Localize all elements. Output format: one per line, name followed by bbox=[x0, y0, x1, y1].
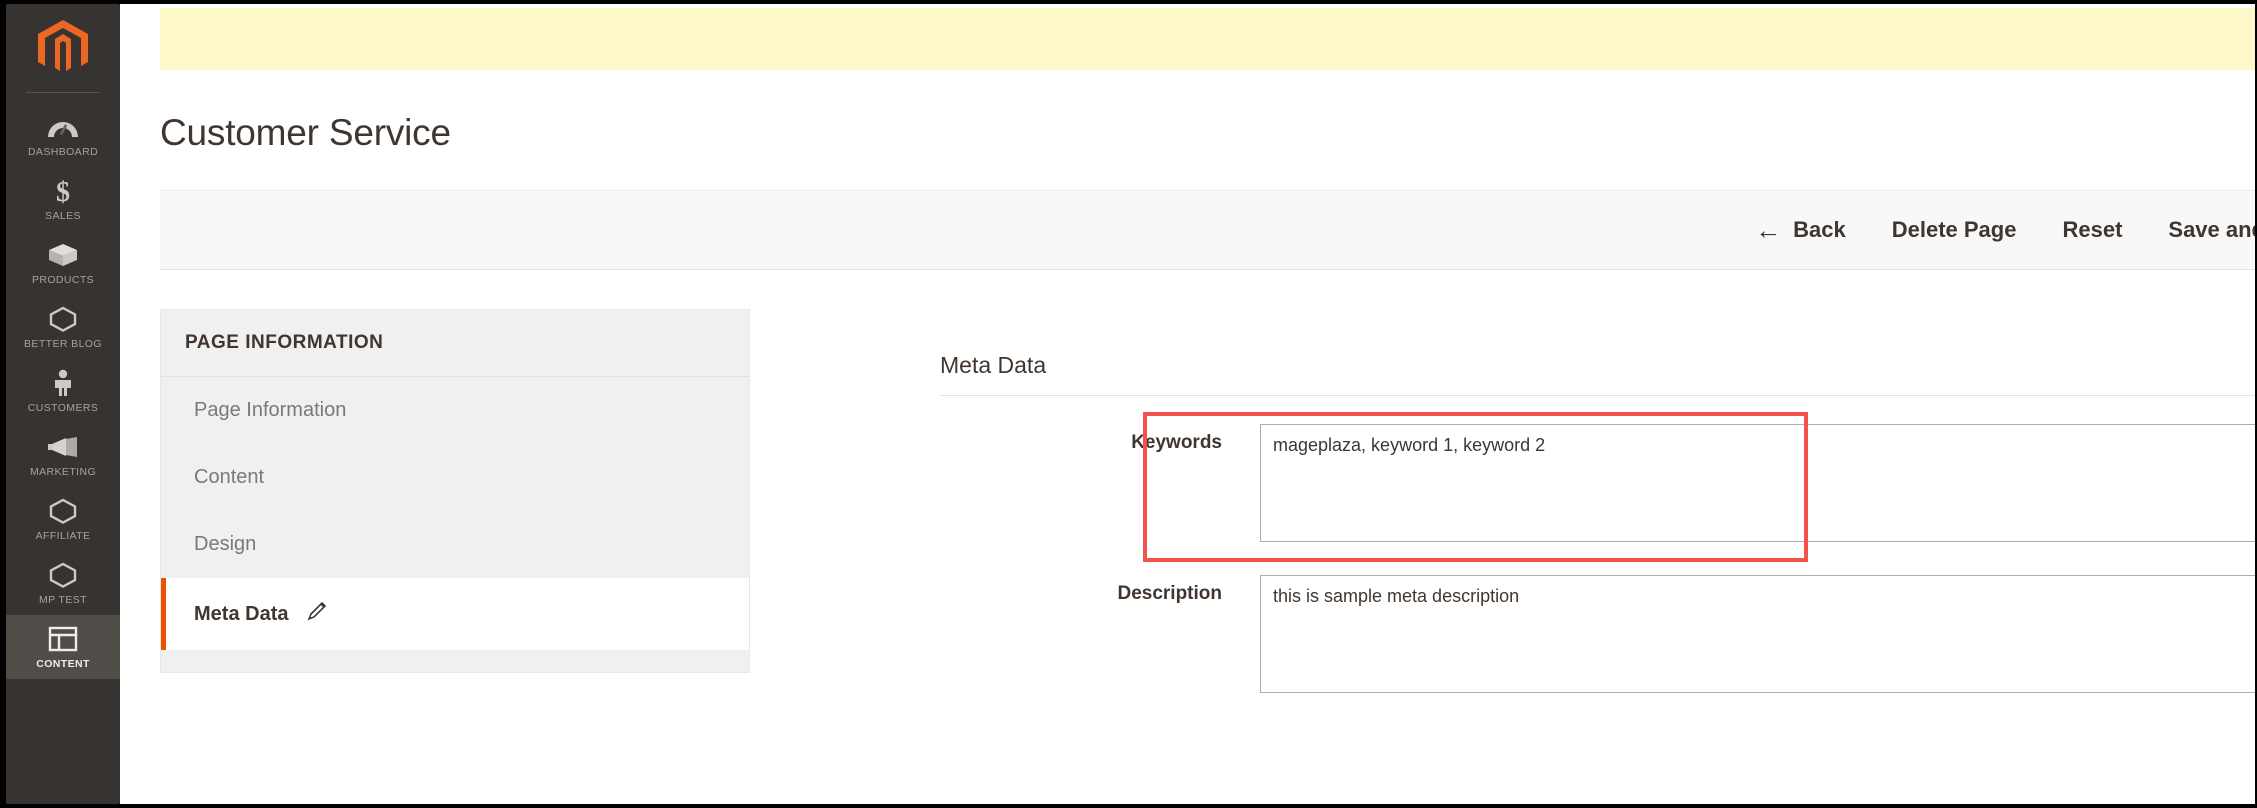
sidebar-item-label: PRODUCTS bbox=[31, 274, 95, 286]
description-input-wrapper bbox=[1260, 575, 2255, 698]
keywords-textarea[interactable] bbox=[1260, 424, 2255, 542]
panel-item-page-information[interactable]: Page Information bbox=[161, 377, 749, 444]
sidebar-item-dashboard[interactable]: DASHBOARD bbox=[6, 103, 120, 167]
back-button[interactable]: ← Back bbox=[1755, 217, 1846, 243]
meta-data-form: Meta Data Keywords Description bbox=[940, 352, 2255, 698]
hexagon-icon bbox=[8, 560, 118, 590]
pencil-edit-icon[interactable] bbox=[306, 600, 328, 628]
panel-item-label: Page Information bbox=[194, 399, 347, 421]
panel-footer bbox=[161, 650, 749, 672]
keywords-label: Keywords bbox=[1131, 432, 1222, 453]
magento-logo-icon bbox=[38, 20, 88, 71]
hexagon-icon bbox=[8, 496, 118, 526]
dashboard-gauge-icon bbox=[8, 112, 118, 142]
person-icon bbox=[8, 368, 118, 398]
sidebar-item-content[interactable]: CONTENT bbox=[6, 615, 120, 679]
panel-item-label: Meta Data bbox=[194, 602, 289, 625]
dollar-sign-icon: $ bbox=[8, 176, 118, 206]
description-label: Description bbox=[1117, 583, 1222, 604]
sidebar-item-products[interactable]: PRODUCTS bbox=[6, 231, 120, 295]
description-textarea[interactable] bbox=[1260, 575, 2255, 693]
sidebar-item-label: CONTENT bbox=[36, 658, 90, 670]
panel-item-meta-data[interactable]: Meta Data bbox=[161, 578, 749, 650]
panel-item-content[interactable]: Content bbox=[161, 444, 749, 511]
page-title: Customer Service bbox=[160, 112, 451, 153]
box-icon bbox=[8, 240, 118, 270]
sidebar-item-label: AFFILIATE bbox=[35, 530, 91, 542]
section-divider bbox=[940, 395, 2255, 396]
reset-button[interactable]: Reset bbox=[2062, 217, 2122, 243]
back-button-label: Back bbox=[1793, 217, 1846, 242]
page-information-panel: PAGE INFORMATION Page Information Conten… bbox=[160, 309, 750, 673]
sidebar-item-label: CUSTOMERS bbox=[27, 402, 99, 414]
main-content-area: Customer Service ← Back Delete Page Rese… bbox=[120, 4, 2255, 804]
sidebar-item-label: DASHBOARD bbox=[27, 146, 99, 158]
panel-header: PAGE INFORMATION bbox=[161, 310, 749, 377]
field-row-keywords: Keywords bbox=[940, 424, 2255, 547]
megaphone-icon bbox=[8, 432, 118, 462]
panel-item-label: Design bbox=[194, 533, 257, 555]
sidebar-item-sales[interactable]: $ SALES bbox=[6, 167, 120, 231]
sidebar-item-marketing[interactable]: MARKETING bbox=[6, 423, 120, 487]
sidebar-item-label: MARKETING bbox=[29, 466, 97, 478]
panel-item-design[interactable]: Design bbox=[161, 511, 749, 578]
svg-text:$: $ bbox=[56, 177, 70, 206]
magento-logo[interactable] bbox=[6, 4, 120, 92]
sidebar-item-label: BETTER BLOG bbox=[24, 338, 102, 350]
sidebar-divider bbox=[26, 92, 100, 93]
delete-page-button[interactable]: Delete Page bbox=[1892, 217, 2017, 243]
save-and-button-label: Save and bbox=[2168, 217, 2255, 242]
sidebar-item-mp-test[interactable]: MP TEST bbox=[6, 551, 120, 615]
app-window: DASHBOARD $ SALES PRODUCTS BETTER BLOG C… bbox=[0, 0, 2257, 808]
sidebar-item-label: MP TEST bbox=[39, 594, 87, 606]
page-actions-toolbar: ← Back Delete Page Reset Save and bbox=[160, 190, 2255, 270]
hexagon-icon bbox=[8, 304, 118, 334]
save-and-button[interactable]: Save and bbox=[2168, 217, 2255, 243]
field-row-description: Description bbox=[940, 575, 2255, 698]
layout-grid-icon bbox=[8, 624, 118, 654]
sidebar-item-customers[interactable]: CUSTOMERS bbox=[6, 359, 120, 423]
keywords-input-wrapper bbox=[1260, 424, 2255, 547]
sidebar-item-label: SALES bbox=[45, 210, 81, 222]
notification-bar bbox=[160, 8, 2255, 70]
panel-item-label: Content bbox=[194, 466, 265, 488]
sidebar-item-better-blog[interactable]: BETTER BLOG bbox=[6, 295, 120, 359]
reset-button-label: Reset bbox=[2062, 217, 2123, 242]
arrow-left-icon: ← bbox=[1755, 215, 1782, 245]
sidebar-item-affiliate[interactable]: AFFILIATE bbox=[6, 487, 120, 551]
admin-sidebar: DASHBOARD $ SALES PRODUCTS BETTER BLOG C… bbox=[6, 4, 120, 804]
delete-page-button-label: Delete Page bbox=[1891, 217, 2017, 242]
section-title: Meta Data bbox=[940, 352, 1047, 378]
